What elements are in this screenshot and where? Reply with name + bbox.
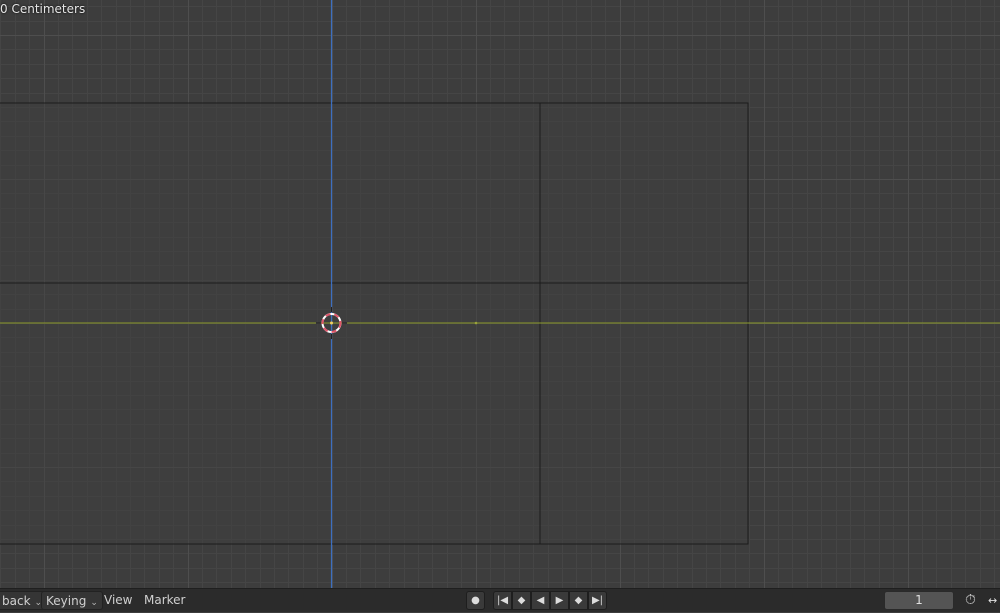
jump-end-icon: ▶| — [591, 595, 604, 606]
record-icon: ● — [471, 595, 480, 606]
origin-dot — [474, 321, 478, 325]
stopwatch-icon[interactable]: ⏱ — [961, 591, 980, 610]
jump-end-button[interactable]: ▶| — [588, 591, 607, 610]
prev-keyframe-icon: ◆ — [517, 595, 526, 606]
marker-menu[interactable]: Marker — [140, 591, 189, 610]
play-button[interactable]: ▶ — [550, 591, 569, 610]
timeline-header: back ⌄ Keying ⌄ View Marker ● |◀ ◆ ◀ ▶ ◆ ▶… — [0, 588, 1000, 612]
resize-arrow-icon[interactable]: ↔ — [988, 591, 1000, 610]
view-menu[interactable]: View — [100, 591, 136, 610]
viewport-grid — [0, 0, 1000, 588]
keying-menu[interactable]: Keying ⌄ — [41, 591, 103, 610]
jump-start-icon: |◀ — [496, 595, 509, 606]
prev-keyframe-button[interactable]: ◆ — [512, 591, 531, 610]
grid-units-label: 0 Centimeters — [0, 2, 86, 16]
next-keyframe-icon: ◆ — [574, 595, 583, 606]
playback-controls: ● |◀ ◆ ◀ ▶ ◆ ▶| — [466, 591, 607, 610]
play-icon: ▶ — [555, 595, 564, 606]
3d-viewport[interactable]: 0 Centimeters — [0, 0, 1000, 588]
chevron-down-icon: ⌄ — [90, 598, 98, 608]
next-keyframe-button[interactable]: ◆ — [569, 591, 588, 610]
record-button[interactable]: ● — [466, 591, 485, 610]
jump-start-button[interactable]: |◀ — [493, 591, 512, 610]
current-frame-field[interactable]: 1 — [884, 591, 954, 610]
play-reverse-icon: ◀ — [536, 595, 545, 606]
play-reverse-button[interactable]: ◀ — [531, 591, 550, 610]
